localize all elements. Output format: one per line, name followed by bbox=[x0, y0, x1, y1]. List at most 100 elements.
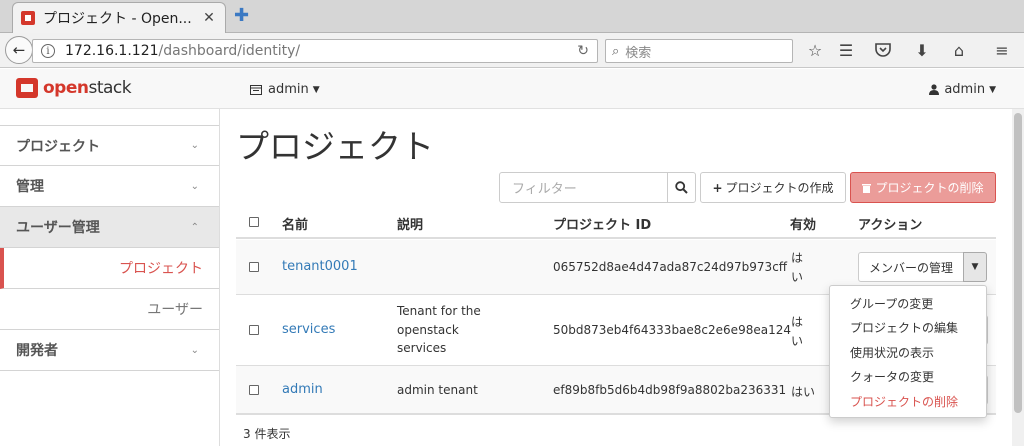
enabled-value-line2: い bbox=[791, 334, 804, 348]
project-description-line3: services bbox=[397, 341, 447, 355]
url-host: 172.16.1.121 bbox=[65, 43, 159, 59]
openstack-logo-icon bbox=[16, 78, 38, 98]
item-count: 3 件表示 bbox=[243, 427, 291, 441]
trash-icon bbox=[862, 183, 872, 193]
manage-members-label: メンバーの管理 bbox=[868, 260, 953, 275]
sidebar-item-label: プロジェクト bbox=[119, 261, 203, 277]
chevron-down-icon: ⌄ bbox=[190, 140, 199, 151]
home-icon[interactable]: ⌂ bbox=[950, 41, 968, 60]
enabled-value-line1: は bbox=[791, 251, 804, 265]
openstack-header: openstack admin ▼ admin ▼ bbox=[0, 69, 1024, 109]
enabled-value-line1: は bbox=[791, 315, 804, 329]
caret-down-icon: ▼ bbox=[989, 84, 996, 95]
sidebar-item-label: プロジェクト bbox=[16, 138, 100, 155]
reading-list-icon[interactable]: ☰ bbox=[837, 41, 855, 60]
project-name-link[interactable]: tenant0001 bbox=[282, 259, 358, 274]
chevron-up-icon: ⌃ bbox=[190, 221, 199, 233]
column-header-actions: アクション bbox=[858, 218, 923, 233]
sidebar-subitem-projects[interactable]: プロジェクト bbox=[0, 248, 219, 289]
project-description-line1: Tenant for the bbox=[397, 304, 481, 318]
project-id: ef89b8fb5d6b4db98f9a8802ba236331 bbox=[553, 383, 787, 397]
chevron-down-icon: ⌄ bbox=[190, 344, 199, 356]
menu-item-modify-groups[interactable]: グループの変更 bbox=[830, 291, 986, 316]
row-checkbox[interactable] bbox=[249, 262, 259, 272]
project-id: 065752d8ae4d47ada87c24d97b973cff bbox=[553, 260, 788, 274]
menu-item-modify-quotas[interactable]: クォータの変更 bbox=[830, 365, 986, 390]
browser-tab[interactable]: プロジェクト - Open... ✕ bbox=[12, 2, 226, 33]
sidebar-item-label: ユーザー管理 bbox=[16, 220, 100, 236]
bookmark-star-icon[interactable]: ☆ bbox=[806, 41, 824, 60]
logo-text: openstack bbox=[43, 78, 132, 98]
row-actions-dropdown-menu: グループの変更 プロジェクトの編集 使用状況の表示 クォータの変更 プロジェクト… bbox=[829, 285, 987, 418]
project-id: 50bd873eb4f64333bae8c2e6e98ea124 bbox=[553, 323, 791, 337]
menu-item-view-usage[interactable]: 使用状況の表示 bbox=[830, 340, 986, 365]
current-user: admin bbox=[944, 82, 986, 97]
project-name-link[interactable]: services bbox=[282, 322, 335, 337]
user-menu[interactable]: admin ▼ bbox=[929, 82, 996, 97]
sidebar-item-developer[interactable]: 開発者 ⌄ bbox=[0, 330, 219, 371]
back-button[interactable]: ← bbox=[5, 36, 33, 64]
column-header-project-id[interactable]: プロジェクト ID bbox=[553, 214, 651, 233]
column-header-description[interactable]: 説明 bbox=[397, 214, 423, 233]
project-description-line2: openstack bbox=[397, 323, 459, 337]
project-list-icon bbox=[250, 84, 262, 95]
sidebar: プロジェクト ⌄ 管理 ⌄ ユーザー管理 ⌃ プロジェクト ユーザー 開発者 ⌄ bbox=[0, 109, 220, 446]
project-switcher[interactable]: admin ▼ bbox=[250, 82, 320, 97]
menu-item-edit-project[interactable]: プロジェクトの編集 bbox=[830, 316, 986, 341]
user-icon bbox=[929, 84, 940, 95]
table-header: 名前 説明 プロジェクト ID 有効 アクション bbox=[236, 206, 996, 239]
sidebar-item-project[interactable]: プロジェクト ⌄ bbox=[0, 125, 219, 166]
filter-input[interactable]: フィルター bbox=[499, 172, 696, 203]
scrollbar-thumb[interactable] bbox=[1014, 113, 1022, 413]
create-project-label: プロジェクトの作成 bbox=[725, 181, 834, 195]
column-header-enabled[interactable]: 有効 bbox=[790, 214, 816, 233]
current-project: admin bbox=[268, 82, 309, 97]
page-title: プロジェクト bbox=[236, 127, 434, 166]
caret-down-icon: ▼ bbox=[971, 262, 979, 272]
arrow-left-icon: ← bbox=[12, 41, 26, 59]
chevron-down-icon: ⌄ bbox=[190, 180, 199, 192]
url-path: /dashboard/identity/ bbox=[158, 43, 301, 59]
sidebar-item-identity[interactable]: ユーザー管理 ⌃ bbox=[0, 207, 219, 248]
reload-icon[interactable]: ↻ bbox=[577, 43, 589, 59]
page-scrollbar[interactable] bbox=[1012, 109, 1024, 446]
browser-tab-bar: プロジェクト - Open... ✕ ✚ bbox=[0, 0, 1024, 33]
manage-members-button[interactable]: メンバーの管理 bbox=[858, 252, 964, 282]
search-placeholder: 検索 bbox=[625, 45, 652, 61]
sidebar-subitem-users[interactable]: ユーザー bbox=[0, 289, 219, 330]
new-tab-icon[interactable]: ✚ bbox=[234, 5, 249, 26]
search-icon: ⌕ bbox=[612, 43, 620, 59]
browser-nav-bar: ← i 172.16.1.121 /dashboard/identity/ ↻ … bbox=[0, 33, 1024, 68]
browser-search-input[interactable]: ⌕ 検索 bbox=[605, 39, 793, 63]
select-all-checkbox[interactable] bbox=[249, 217, 259, 227]
enabled-value-line2: い bbox=[791, 270, 804, 284]
delete-projects-label: プロジェクトの削除 bbox=[875, 181, 984, 195]
url-bar[interactable]: i 172.16.1.121 /dashboard/identity/ ↻ bbox=[32, 39, 598, 63]
hamburger-menu-icon[interactable]: ≡ bbox=[993, 41, 1011, 60]
openstack-favicon-icon bbox=[21, 11, 35, 25]
create-project-button[interactable]: + プロジェクトの作成 bbox=[700, 172, 846, 203]
caret-down-icon: ▼ bbox=[312, 84, 320, 95]
column-header-name[interactable]: 名前 bbox=[282, 214, 308, 233]
sidebar-item-label: 管理 bbox=[16, 179, 44, 195]
project-description: admin tenant bbox=[397, 383, 478, 397]
plus-icon: + bbox=[712, 180, 723, 195]
row-actions-dropdown-toggle[interactable]: ▼ bbox=[963, 252, 987, 282]
filter-placeholder: フィルター bbox=[512, 182, 577, 197]
sidebar-item-label: 開発者 bbox=[16, 343, 58, 359]
sidebar-item-label: ユーザー bbox=[147, 302, 203, 318]
info-icon[interactable]: i bbox=[41, 44, 55, 58]
row-checkbox[interactable] bbox=[249, 385, 259, 395]
sidebar-item-admin[interactable]: 管理 ⌄ bbox=[0, 166, 219, 207]
enabled-value: はい bbox=[791, 385, 816, 399]
search-icon[interactable] bbox=[667, 173, 695, 202]
download-icon[interactable]: ⬇ bbox=[913, 41, 931, 60]
menu-item-delete-project[interactable]: プロジェクトの削除 bbox=[830, 389, 986, 414]
pocket-icon[interactable] bbox=[874, 41, 892, 59]
row-checkbox[interactable] bbox=[249, 325, 259, 335]
delete-projects-button[interactable]: プロジェクトの削除 bbox=[850, 172, 996, 203]
close-tab-icon[interactable]: ✕ bbox=[201, 10, 217, 26]
openstack-logo[interactable]: openstack bbox=[16, 78, 132, 98]
project-name-link[interactable]: admin bbox=[282, 382, 323, 397]
tab-title: プロジェクト - Open... bbox=[43, 11, 192, 27]
